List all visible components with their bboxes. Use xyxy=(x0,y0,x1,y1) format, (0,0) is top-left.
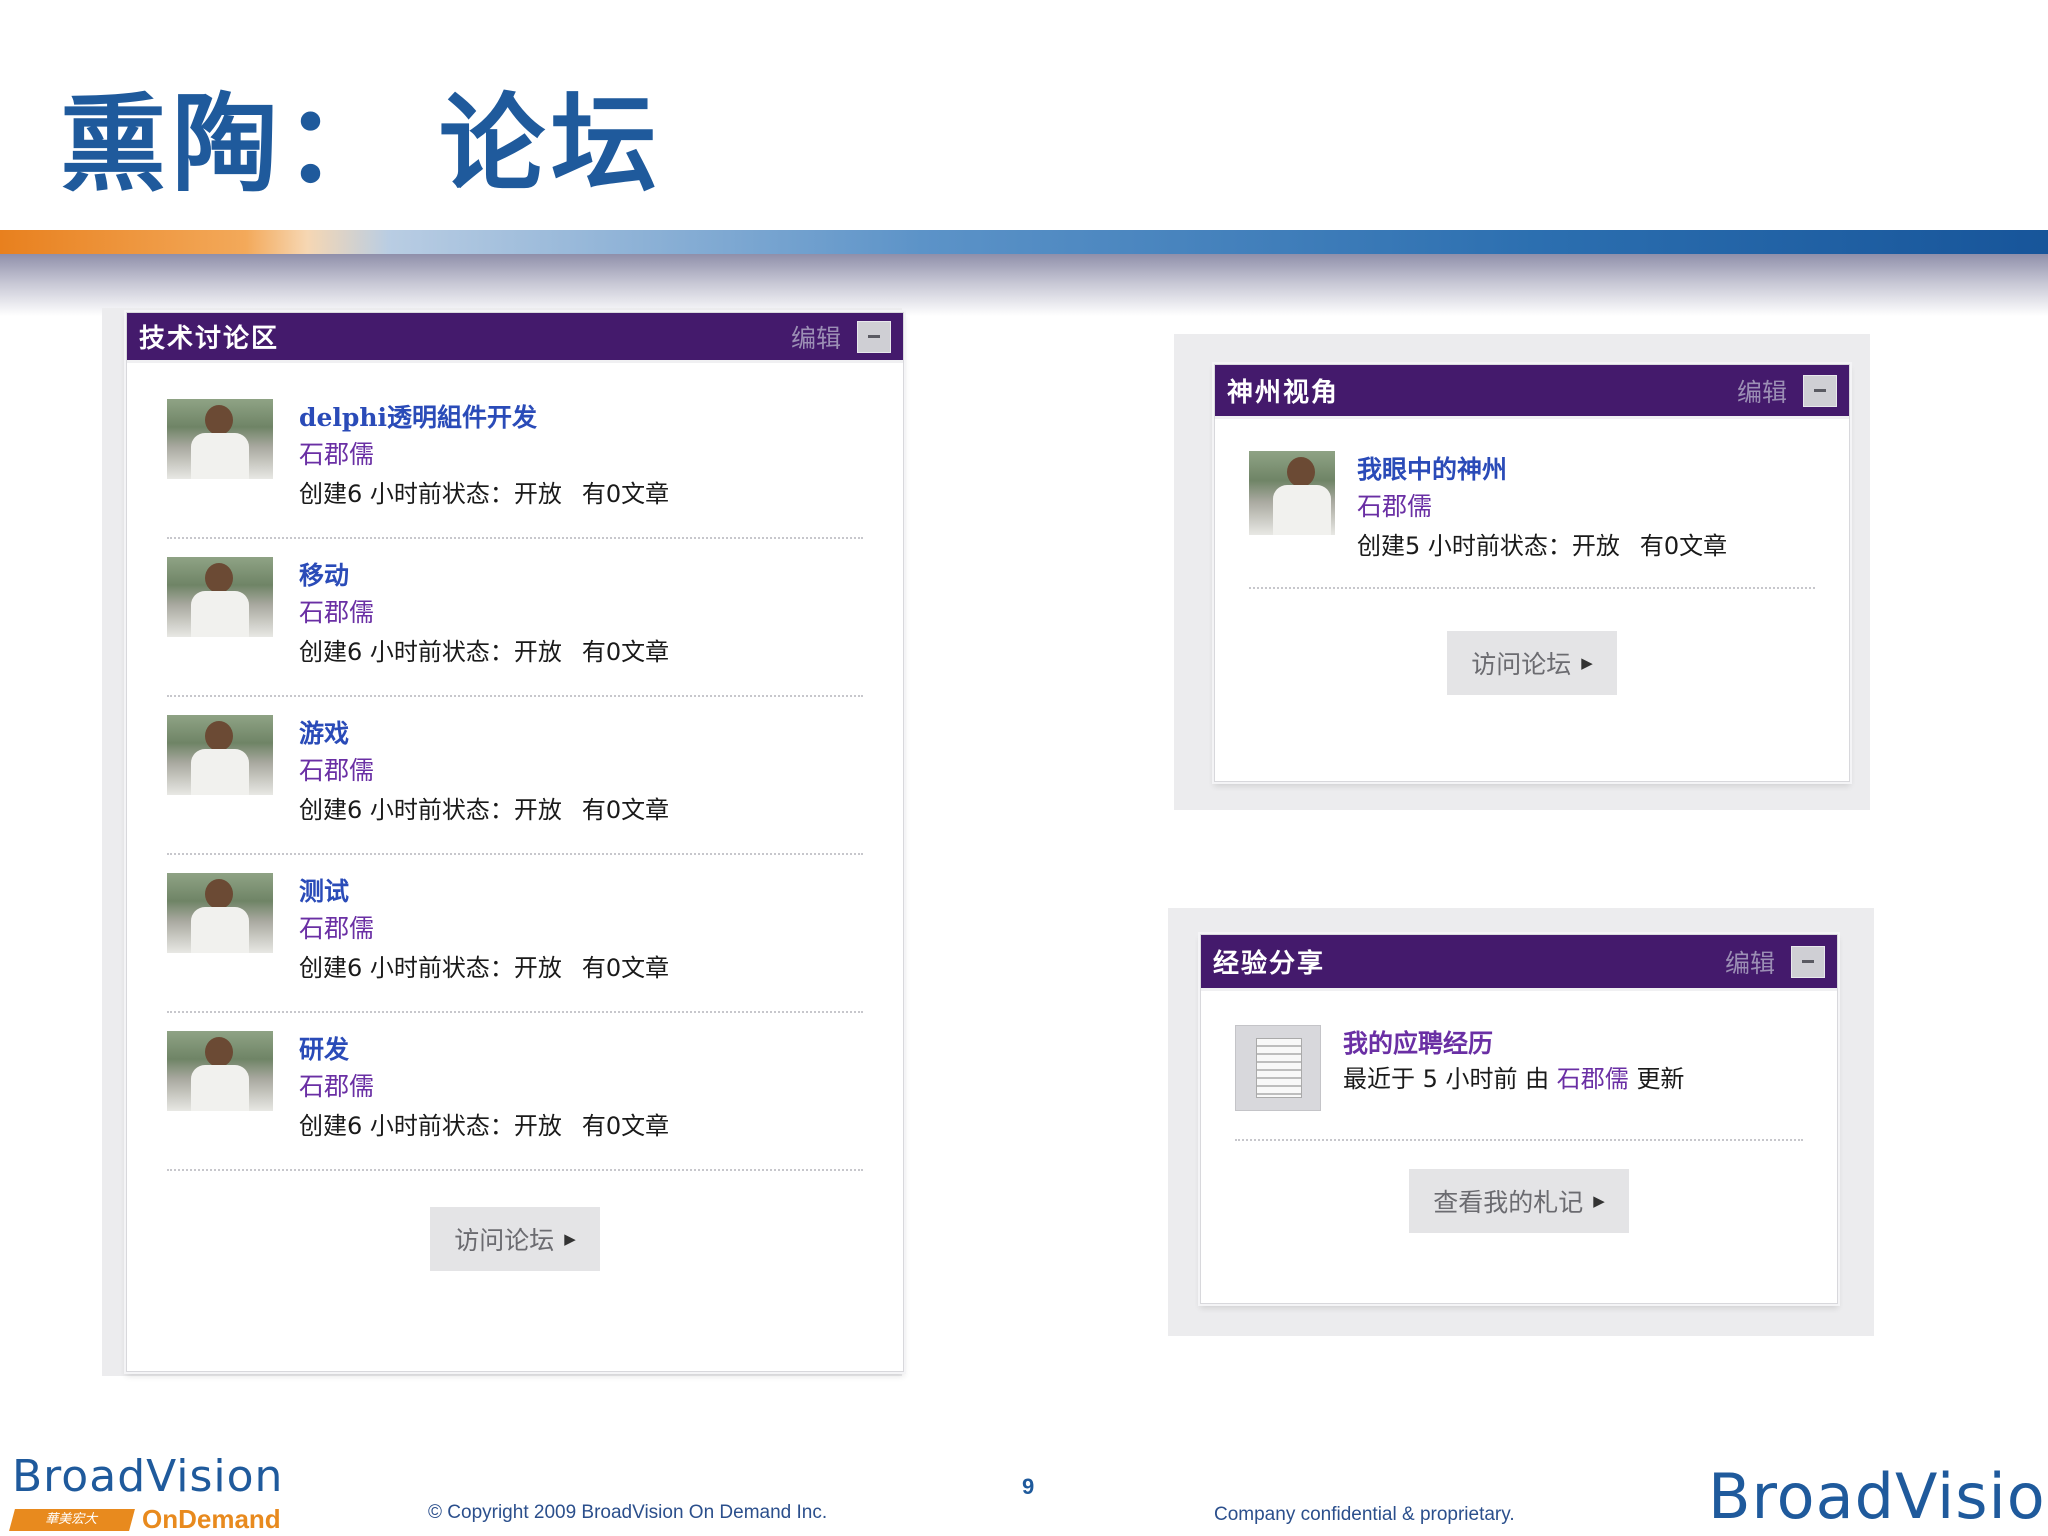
edit-link[interactable]: 编辑 xyxy=(791,319,841,355)
update-prefix: 最近于 5 小时前 由 xyxy=(1343,1065,1550,1093)
minus-icon xyxy=(868,335,880,338)
topic-meta: 创建6 小时前状态：开放 有0文章 xyxy=(299,1105,669,1147)
logo-subline: 華美宏大 OnDemand xyxy=(9,1504,292,1535)
tech-forum-widget: 技术讨论区 编辑 delphi透明組件开发 石郡儒 创建6 小时前状态：开放 有0… xyxy=(126,312,904,1372)
visit-forum-label: 访问论坛 xyxy=(454,1226,555,1255)
edit-link[interactable]: 编辑 xyxy=(1737,373,1787,409)
forum-topic: 移动 石郡儒 创建6 小时前状态：开放 有0文章 xyxy=(167,539,863,697)
play-arrow-icon: ▶ xyxy=(1581,654,1593,672)
topic-article-count: 有0文章 xyxy=(581,638,670,666)
minus-icon xyxy=(1802,960,1814,963)
topic-title-link[interactable]: 研发 xyxy=(299,1031,669,1069)
visit-forum-row: 访问论坛 ▶ xyxy=(1249,589,1815,695)
topic-author-link[interactable]: 石郡儒 xyxy=(1357,489,1727,525)
minimize-button[interactable] xyxy=(857,320,891,353)
topic-title-link[interactable]: 游戏 xyxy=(299,715,669,753)
widget-title: 神州视角 xyxy=(1227,378,1340,408)
header-shadow xyxy=(0,254,2048,316)
slide-title: 熏陶： 论坛 xyxy=(60,81,663,206)
widget-header: 神州视角 编辑 xyxy=(1215,365,1849,419)
visit-forum-button[interactable]: 访问论坛 ▶ xyxy=(1447,631,1617,695)
entry-update-line: 最近于 5 小时前 由 石郡儒 更新 xyxy=(1343,1063,1684,1095)
visit-forum-button[interactable]: 访问论坛 ▶ xyxy=(430,1207,600,1271)
topic-title-link[interactable]: 测试 xyxy=(299,873,669,911)
topic-meta: 创建6 小时前状态：开放 有0文章 xyxy=(299,631,669,673)
page-number: 9 xyxy=(1022,1474,1035,1499)
topic-meta: 创建6 小时前状态：开放 有0文章 xyxy=(299,789,669,831)
minimize-button[interactable] xyxy=(1791,945,1825,978)
play-arrow-icon: ▶ xyxy=(1593,1192,1605,1210)
forum-topic: 游戏 石郡儒 创建6 小时前状态：开放 有0文章 xyxy=(167,697,863,855)
topic-title-link[interactable]: 我眼中的神州 xyxy=(1357,451,1727,489)
topic-author-link[interactable]: 石郡儒 xyxy=(299,437,669,473)
shenzhou-body: 我眼中的神州 石郡儒 创建5 小时前状态：开放 有0文章 访问论坛 ▶ xyxy=(1215,419,1849,695)
forum-topic: 研发 石郡儒 创建6 小时前状态：开放 有0文章 xyxy=(167,1013,863,1171)
experience-widget: 经验分享 编辑 我的应聘经历 最近于 5 小时前 由 石郡儒 更新 查看我的札记… xyxy=(1200,934,1838,1304)
topic-author-link[interactable]: 石郡儒 xyxy=(299,911,669,947)
minimize-button[interactable] xyxy=(1803,374,1837,407)
copyright-text: © Copyright 2009 BroadVision On Demand I… xyxy=(428,1502,828,1523)
play-arrow-icon: ▶ xyxy=(564,1230,576,1248)
user-avatar[interactable] xyxy=(167,1031,273,1111)
forum-topic: delphi透明組件开发 石郡儒 创建6 小时前状态：开放 有0文章 xyxy=(167,383,863,539)
update-suffix: 更新 xyxy=(1636,1065,1685,1093)
logo-cn-badge: 華美宏大 xyxy=(9,1508,135,1531)
entry-title-link[interactable]: 我的应聘经历 xyxy=(1343,1025,1684,1063)
broadvision-logo: BroadVision xyxy=(1708,1460,2048,1533)
view-journal-button[interactable]: 查看我的札记 ▶ xyxy=(1409,1169,1629,1233)
topic-status: 创建6 小时前状态：开放 xyxy=(299,1112,562,1140)
entry-author-link[interactable]: 石郡儒 xyxy=(1557,1065,1629,1093)
user-avatar[interactable] xyxy=(167,399,273,479)
minus-icon xyxy=(1814,389,1826,392)
confidential-text: Company confidential & proprietary. xyxy=(1214,1504,1515,1525)
topic-meta: 创建6 小时前状态：开放 有0文章 xyxy=(299,473,669,515)
visit-forum-label: 访问论坛 xyxy=(1471,650,1572,679)
topic-status: 创建5 小时前状态：开放 xyxy=(1357,532,1620,560)
view-journal-label: 查看我的札记 xyxy=(1433,1188,1584,1217)
logo-ondemand: OnDemand xyxy=(142,1504,281,1534)
topic-article-count: 有0文章 xyxy=(1639,532,1728,560)
topic-article-count: 有0文章 xyxy=(581,954,670,982)
forum-topic: 测试 石郡儒 创建6 小时前状态：开放 有0文章 xyxy=(167,855,863,1013)
broadvision-ondemand-logo: BroadVision 華美宏大 OnDemand xyxy=(9,1451,292,1536)
topic-article-count: 有0文章 xyxy=(581,796,670,824)
experience-body: 我的应聘经历 最近于 5 小时前 由 石郡儒 更新 查看我的札记 ▶ xyxy=(1201,991,1837,1233)
document-icon[interactable] xyxy=(1235,1025,1321,1111)
topic-author-link[interactable]: 石郡儒 xyxy=(299,753,669,789)
shenzhou-widget: 神州视角 编辑 我眼中的神州 石郡儒 创建5 小时前状态：开放 有0文章 访问论坛… xyxy=(1214,364,1850,782)
topic-status: 创建6 小时前状态：开放 xyxy=(299,480,562,508)
user-avatar[interactable] xyxy=(1249,451,1335,535)
widget-header: 经验分享 编辑 xyxy=(1201,935,1837,991)
topic-meta: 创建6 小时前状态：开放 有0文章 xyxy=(299,947,669,989)
journal-entry: 我的应聘经历 最近于 5 小时前 由 石郡儒 更新 xyxy=(1235,1015,1803,1141)
widget-title: 经验分享 xyxy=(1213,949,1326,979)
logo-wordmark: BroadVision xyxy=(12,1451,284,1502)
edit-link[interactable]: 编辑 xyxy=(1725,944,1775,980)
topic-author-link[interactable]: 石郡儒 xyxy=(299,595,669,631)
tech-forum-body: delphi透明組件开发 石郡儒 创建6 小时前状态：开放 有0文章 移动 石郡儒… xyxy=(127,363,903,1271)
topic-title-link[interactable]: delphi透明組件开发 xyxy=(299,399,669,437)
widget-title: 技术讨论区 xyxy=(139,324,280,354)
user-avatar[interactable] xyxy=(167,557,273,637)
header-gradient-band xyxy=(0,230,2048,254)
widget-header: 技术讨论区 编辑 xyxy=(127,313,903,363)
topic-article-count: 有0文章 xyxy=(581,480,670,508)
view-journal-row: 查看我的札记 ▶ xyxy=(1235,1141,1803,1233)
topic-meta: 创建5 小时前状态：开放 有0文章 xyxy=(1357,525,1727,567)
topic-title-link[interactable]: 移动 xyxy=(299,557,669,595)
visit-forum-row: 访问论坛 ▶ xyxy=(167,1171,863,1271)
user-avatar[interactable] xyxy=(167,715,273,795)
topic-status: 创建6 小时前状态：开放 xyxy=(299,638,562,666)
topic-article-count: 有0文章 xyxy=(581,1112,670,1140)
topic-status: 创建6 小时前状态：开放 xyxy=(299,796,562,824)
topic-status: 创建6 小时前状态：开放 xyxy=(299,954,562,982)
forum-topic: 我眼中的神州 石郡儒 创建5 小时前状态：开放 有0文章 xyxy=(1249,431,1815,589)
user-avatar[interactable] xyxy=(167,873,273,953)
topic-author-link[interactable]: 石郡儒 xyxy=(299,1069,669,1105)
